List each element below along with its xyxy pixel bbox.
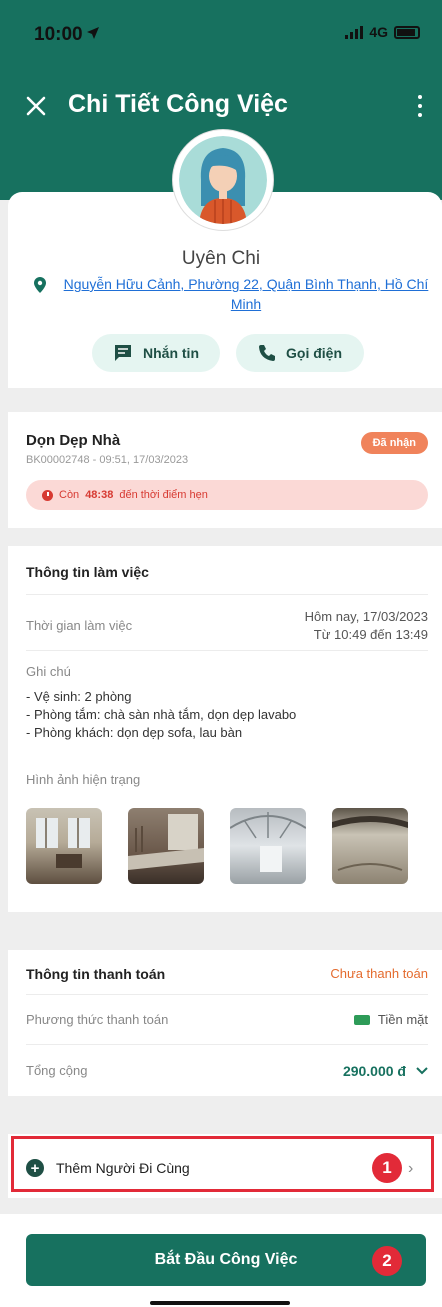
job-title: Dọn Dẹp Nhà [26, 432, 121, 449]
phone-icon [259, 345, 275, 361]
payment-title: Thông tin thanh toán [26, 966, 166, 982]
site-photo[interactable] [128, 808, 204, 884]
photo-gallery [26, 808, 408, 884]
work-time-label: Thời gian làm việc [26, 618, 133, 633]
location-arrow-icon [87, 27, 99, 39]
divider [26, 650, 428, 651]
network-label: 4G [369, 24, 388, 40]
cash-icon [353, 1014, 370, 1025]
add-companion-label[interactable]: Thêm Người Đi Cùng [56, 1160, 190, 1176]
work-info-section: Thông tin làm việc Thời gian làm việc Hô… [8, 546, 442, 912]
countdown-alert: Còn 48:38 đến thời điểm hẹn [26, 480, 428, 510]
alert-prefix: Còn [59, 489, 80, 501]
plus-icon: + [26, 1159, 44, 1177]
signal-icon [345, 25, 364, 39]
chevron-right-icon[interactable]: › [408, 1160, 413, 1178]
status-indicators: 4G [345, 24, 420, 40]
close-icon [26, 96, 46, 116]
status-badge: Đã nhận [360, 432, 428, 454]
site-photo[interactable] [230, 808, 306, 884]
site-photo[interactable] [26, 808, 102, 884]
step-badge-1: 1 [372, 1153, 402, 1183]
work-hours: Từ 10:49 đến 13:49 [313, 627, 428, 642]
more-menu-button[interactable] [414, 92, 426, 120]
note-item: - Phòng tắm: chà sàn nhà tắm, dọn dẹp la… [26, 707, 297, 722]
payment-status: Chưa thanh toán [330, 966, 428, 981]
notes-list: - Vệ sinh: 2 phòng - Phòng tắm: chà sàn … [26, 688, 296, 742]
start-job-button[interactable]: Bắt Đầu Công Việc [26, 1234, 426, 1286]
photos-label: Hình ảnh hiện trạng [26, 772, 141, 787]
location-pin-icon [34, 277, 46, 293]
job-code: BK00002748 - 09:51, 17/03/2023 [26, 454, 189, 466]
close-button[interactable] [22, 92, 50, 120]
call-button[interactable]: Gọi điện [236, 334, 364, 372]
message-label: Nhắn tin [143, 345, 199, 361]
address-link[interactable]: Nguyễn Hữu Cảnh, Phường 22, Quận Bình Th… [34, 274, 434, 314]
job-summary: Dọn Dẹp Nhà BK00002748 - 09:51, 17/03/20… [8, 412, 442, 528]
chevron-down-icon[interactable] [416, 1067, 428, 1075]
customer-name: Uyên Chi [181, 248, 261, 269]
message-button[interactable]: Nhắn tin [92, 334, 220, 372]
total-amount: 290.000 đ [342, 1063, 406, 1079]
work-info-title: Thông tin làm việc [26, 564, 149, 580]
work-date: Hôm nay, 17/03/2023 [304, 609, 428, 624]
clock-icon [42, 489, 53, 501]
page-title: Chi Tiết Công Việc [68, 90, 288, 118]
call-label: Gọi điện [286, 345, 342, 361]
status-bar: 10:00 4G [0, 0, 442, 70]
divider [26, 594, 428, 595]
work-time-value: Hôm nay, 17/03/2023 Từ 10:49 đến 13:49 [305, 608, 428, 644]
note-label: Ghi chú [26, 664, 71, 679]
site-photo[interactable] [332, 808, 408, 884]
divider [26, 994, 428, 995]
avatar [173, 130, 273, 230]
payment-method-text: Tiền mặt [377, 1012, 428, 1027]
status-time: 10:00 [34, 24, 83, 45]
home-indicator [150, 1301, 290, 1305]
total-value[interactable]: 290.000 đ [343, 1063, 428, 1079]
avatar-illustration [199, 148, 247, 224]
payment-section: Thông tin thanh toán Chưa thanh toán Phư… [8, 950, 442, 1096]
payment-method-label: Phương thức thanh toán [26, 1012, 169, 1027]
battery-icon [394, 25, 420, 39]
customer-address[interactable]: Nguyễn Hữu Cảnh, Phường 22, Quận Bình Th… [34, 274, 434, 314]
step-badge-2: 2 [372, 1246, 402, 1276]
note-item: - Vệ sinh: 2 phòng [26, 689, 132, 704]
total-label: Tổng cộng [26, 1063, 88, 1078]
divider [26, 1044, 428, 1045]
alert-time: 48:38 [85, 489, 114, 501]
payment-method-value: Tiền mặt [353, 1012, 428, 1027]
note-item: - Phòng khách: dọn dẹp sofa, lau bàn [26, 725, 243, 740]
alert-suffix: đến thời điểm hẹn [119, 489, 208, 501]
chat-icon [115, 345, 131, 361]
